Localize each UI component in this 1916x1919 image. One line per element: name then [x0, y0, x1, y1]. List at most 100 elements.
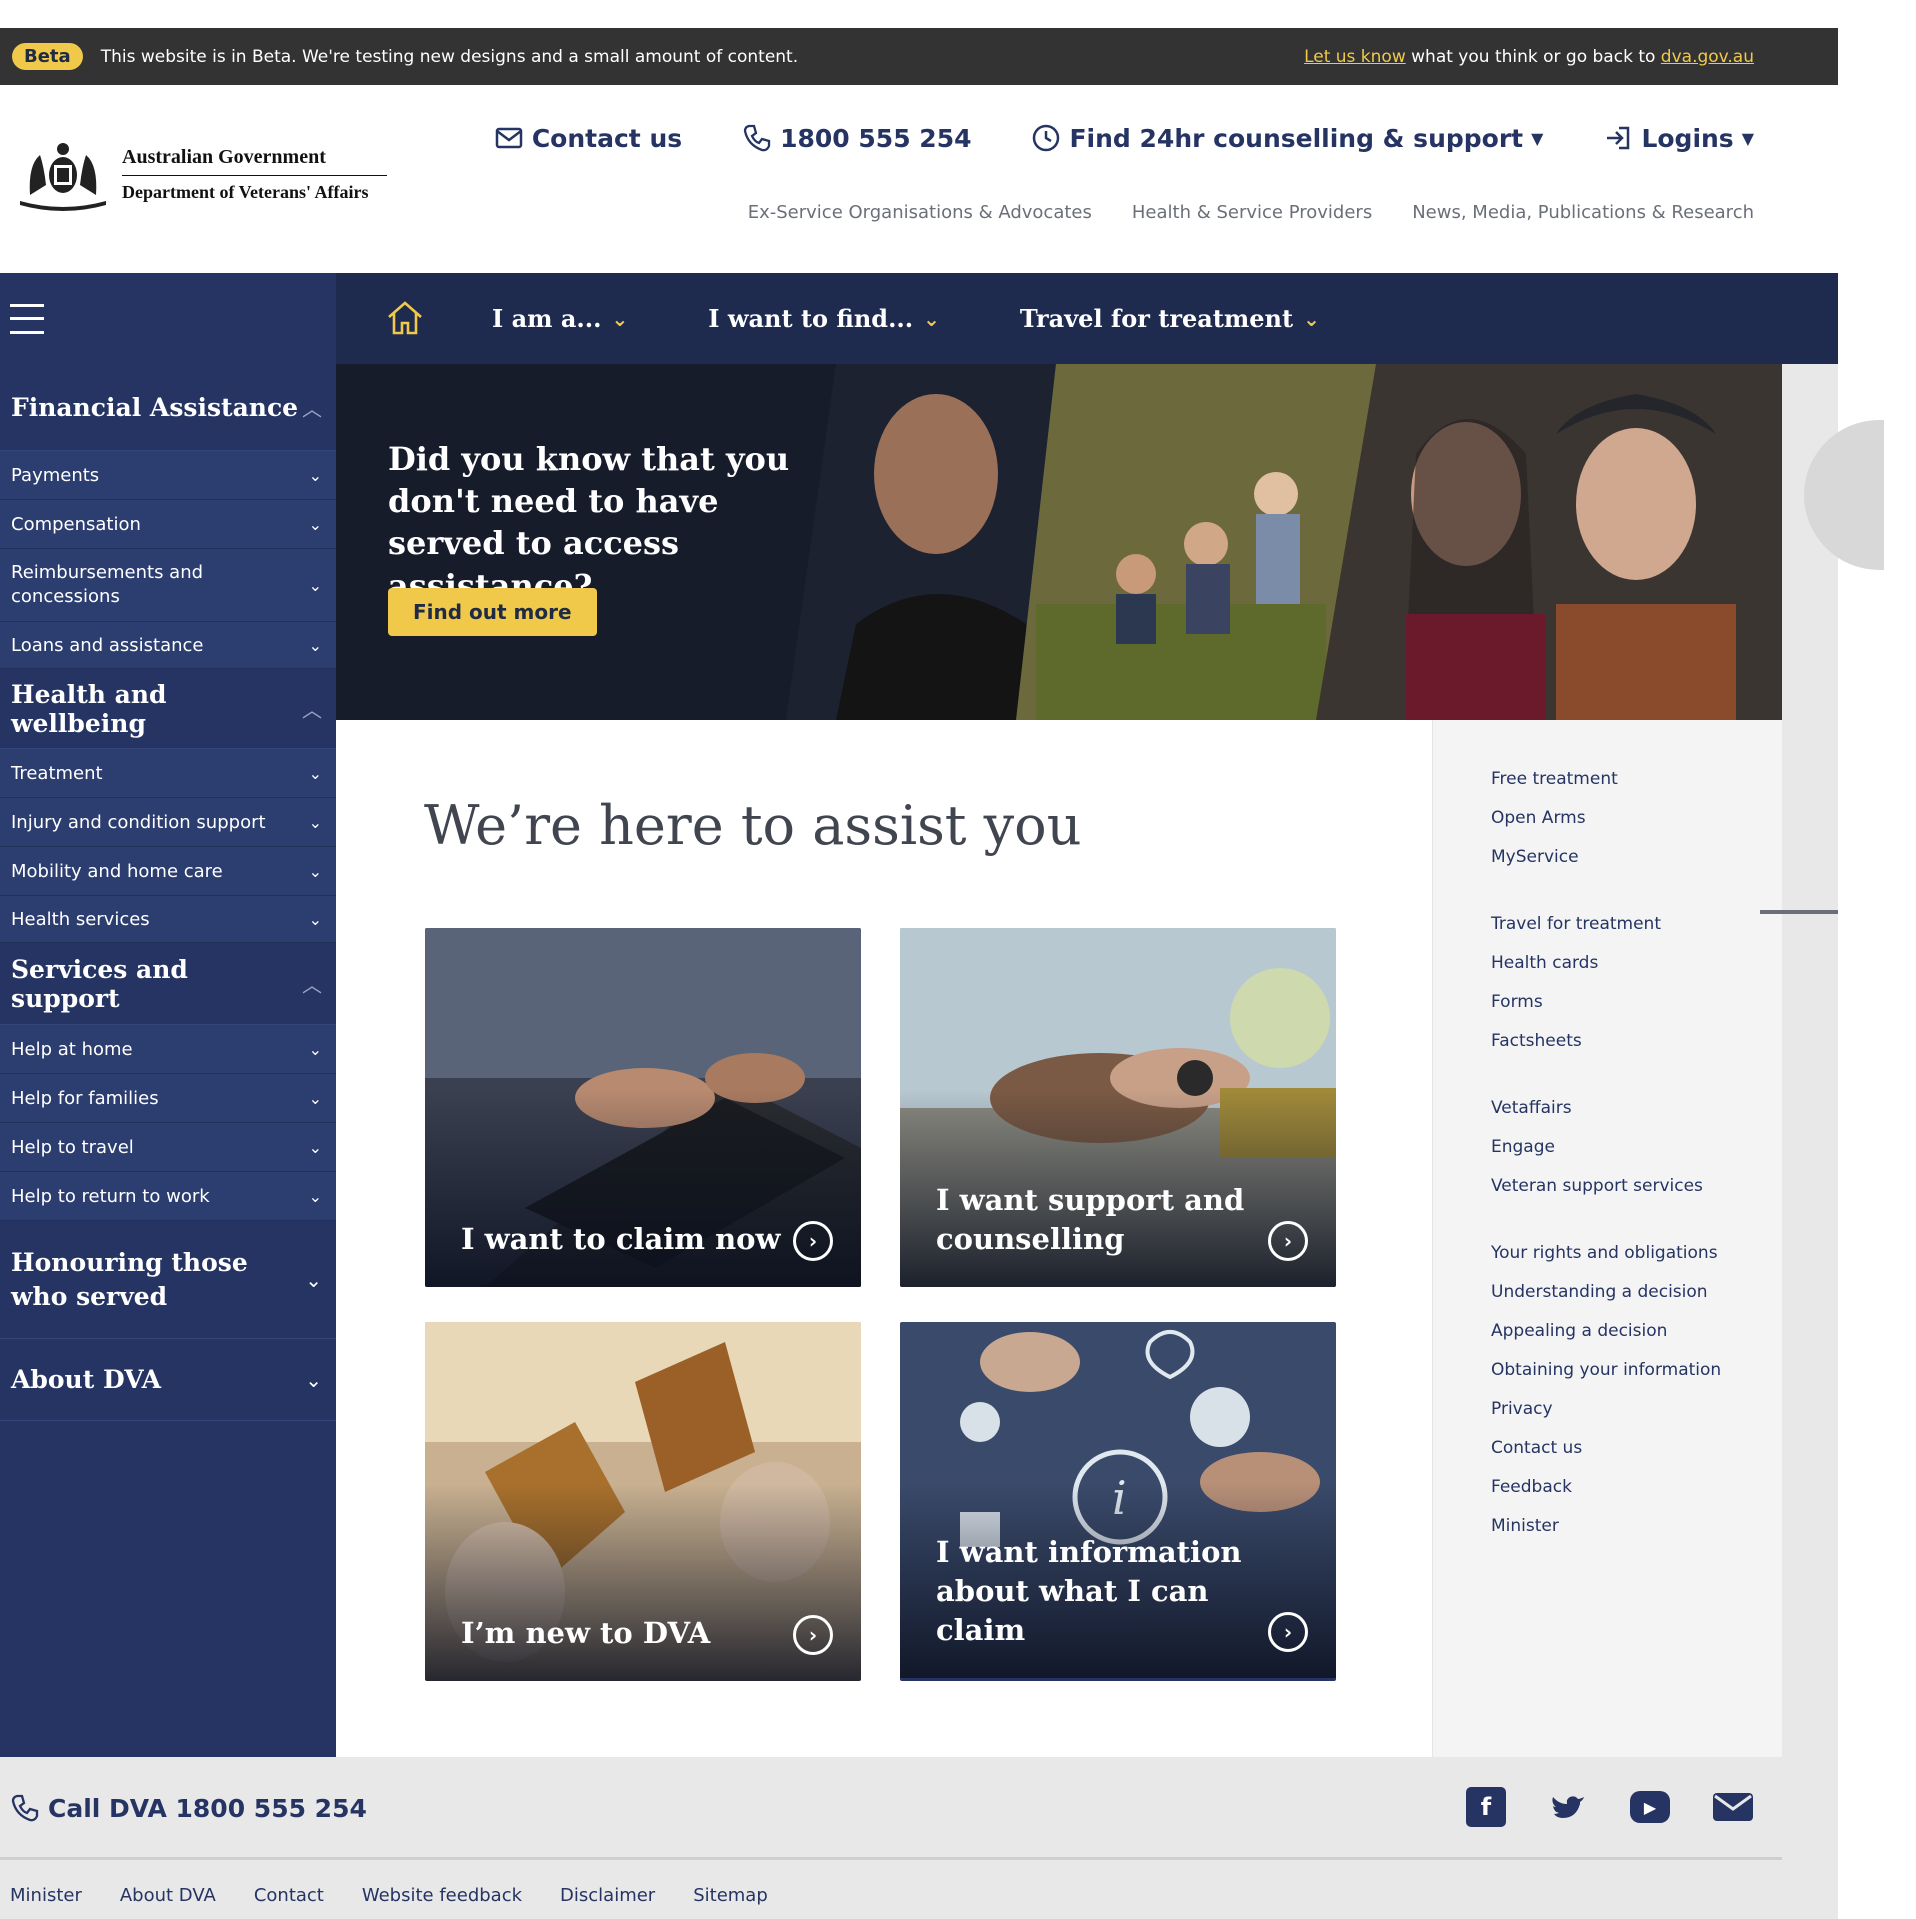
sidebar-item-label: Compensation	[11, 513, 141, 535]
footer-link-minister[interactable]: Minister	[10, 1885, 82, 1906]
sidebar-item-help-travel[interactable]: Help to travel ⌄	[0, 1123, 336, 1172]
footer-link-contact[interactable]: Contact	[254, 1885, 324, 1906]
quick-link[interactable]: Engage	[1491, 1128, 1703, 1167]
sidebar-item-help-at-home[interactable]: Help at home ⌄	[0, 1025, 336, 1074]
sidebar-item-label: Mobility and home care	[11, 860, 223, 882]
youtube-icon[interactable]: ▶	[1630, 1791, 1670, 1823]
chevron-down-icon: ⌄	[308, 812, 322, 832]
beta-middle-text: what you think or go back to	[1405, 46, 1661, 67]
nav-i-am-a[interactable]: I am a... ⌄	[492, 304, 628, 333]
quick-link[interactable]: Veteran support services	[1491, 1167, 1703, 1206]
quick-link[interactable]: Understanding a decision	[1491, 1273, 1721, 1312]
quick-link[interactable]: Travel for treatment	[1491, 905, 1661, 944]
chevron-down-icon: ⌄	[923, 306, 940, 331]
card-support-counselling[interactable]: I want support and counselling ›	[900, 928, 1336, 1287]
card-label: I want to claim now	[461, 1221, 781, 1256]
sidebar-item-label: Loans and assistance	[11, 634, 204, 656]
sidebar-section-financial-assistance[interactable]: Financial Assistance ︿	[0, 364, 336, 451]
quick-link[interactable]: Forms	[1491, 983, 1661, 1022]
scroll-indicator	[1760, 910, 1838, 914]
quick-link[interactable]: Health cards	[1491, 944, 1661, 983]
counselling-label: Find 24hr counselling & support	[1069, 123, 1524, 153]
beta-message: This website is in Beta. We're testing n…	[100, 46, 799, 67]
logins-label: Logins	[1641, 123, 1734, 153]
email-icon[interactable]	[1712, 1787, 1754, 1827]
contact-us-link[interactable]: Contact us	[494, 123, 682, 153]
sidebar-item-label: Treatment	[11, 762, 103, 784]
sidebar-item-mobility[interactable]: Mobility and home care ⌄	[0, 847, 336, 896]
footer-link-disclaimer[interactable]: Disclaimer	[560, 1885, 655, 1906]
chevron-down-icon: ⌄	[308, 1039, 322, 1059]
quick-link[interactable]: Obtaining your information	[1491, 1351, 1721, 1390]
hero-heading: Did you know that you don't need to have…	[388, 440, 790, 605]
chevron-down-icon: ⌄	[308, 861, 322, 881]
footer-divider	[0, 1857, 1782, 1860]
quick-link[interactable]: MyService	[1491, 838, 1618, 877]
sidebar-item-compensation[interactable]: Compensation ⌄	[0, 500, 336, 549]
card-new-to-dva[interactable]: I’m new to DVA ›	[425, 1322, 861, 1681]
sidebar-item-label: Reimbursements and concessions	[11, 561, 204, 607]
site-logo[interactable]: Australian Government Department of Vete…	[10, 135, 387, 213]
quick-link[interactable]: Appealing a decision	[1491, 1312, 1721, 1351]
sub-link-news[interactable]: News, Media, Publications & Research	[1412, 202, 1754, 223]
sidebar-section-services-support[interactable]: Services and support ︿	[0, 943, 336, 1025]
footer-link-about[interactable]: About DVA	[120, 1885, 216, 1906]
sidebar-section-title: About DVA	[11, 1365, 162, 1394]
phone-link[interactable]: 1800 555 254	[742, 123, 971, 153]
sidebar-item-help-families[interactable]: Help for families ⌄	[0, 1074, 336, 1123]
quick-link[interactable]: Vetaffairs	[1491, 1089, 1703, 1128]
quick-link[interactable]: Free treatment	[1491, 760, 1618, 799]
chevron-down-icon: ⌄	[308, 1088, 322, 1108]
quick-link[interactable]: Minister	[1491, 1507, 1721, 1546]
sidebar-item-reimbursements[interactable]: Reimbursements and concessions ⌄	[0, 549, 336, 622]
logo-line-1: Australian Government	[122, 146, 387, 176]
quick-links-group-3: Vetaffairs Engage Veteran support servic…	[1491, 1089, 1703, 1206]
sidebar-item-health-services[interactable]: Health services ⌄	[0, 896, 336, 943]
sidebar-item-treatment[interactable]: Treatment ⌄	[0, 749, 336, 798]
social-links: f ▶	[1466, 1787, 1754, 1827]
nav-travel-for-treatment[interactable]: Travel for treatment ⌄	[1020, 304, 1320, 333]
quick-link[interactable]: Privacy	[1491, 1390, 1721, 1429]
sub-link-providers[interactable]: Health & Service Providers	[1132, 202, 1372, 223]
chevron-down-icon: ⌄	[308, 465, 322, 485]
quick-link[interactable]: Feedback	[1491, 1468, 1721, 1507]
quick-link[interactable]: Your rights and obligations	[1491, 1234, 1721, 1273]
card-claim-now[interactable]: I want to claim now ›	[425, 928, 861, 1287]
counselling-menu[interactable]: Find 24hr counselling & support ▼	[1031, 123, 1543, 153]
facebook-icon[interactable]: f	[1466, 1787, 1506, 1827]
logins-menu[interactable]: Logins ▼	[1603, 123, 1754, 153]
caret-down-icon: ▼	[1531, 128, 1544, 148]
sidebar-section-honouring[interactable]: Honouring those who served ⌄	[0, 1221, 336, 1339]
quick-link[interactable]: Contact us	[1491, 1429, 1721, 1468]
home-icon[interactable]	[385, 299, 425, 337]
sidebar-item-payments[interactable]: Payments ⌄	[0, 451, 336, 500]
sidebar-item-help-return-work[interactable]: Help to return to work ⌄	[0, 1172, 336, 1221]
footer-link-feedback[interactable]: Website feedback	[362, 1885, 522, 1906]
sub-link-eso[interactable]: Ex-Service Organisations & Advocates	[748, 202, 1092, 223]
header-sub-links: Ex-Service Organisations & Advocates Hea…	[748, 202, 1754, 223]
twitter-icon[interactable]	[1548, 1787, 1588, 1827]
nav-i-want-to-find[interactable]: I want to find... ⌄	[708, 304, 940, 333]
quick-link[interactable]: Open Arms	[1491, 799, 1618, 838]
hamburger-menu-icon[interactable]	[10, 303, 44, 334]
find-out-more-button[interactable]: Find out more	[388, 588, 597, 636]
card-info-claim[interactable]: i I want information about what I can cl…	[900, 1322, 1336, 1681]
coat-of-arms-icon	[20, 143, 106, 211]
feedback-link[interactable]: Let us know	[1304, 47, 1406, 67]
card-label: I want support and counselling	[936, 1182, 1245, 1256]
footer-link-sitemap[interactable]: Sitemap	[693, 1885, 768, 1906]
sidebar-section-health-wellbeing[interactable]: Health and wellbeing ︿	[0, 669, 336, 749]
arrow-circle-right-icon: ›	[1268, 1221, 1308, 1261]
arrow-circle-right-icon: ›	[793, 1221, 833, 1261]
sidebar-section-title: Health and wellbeing	[11, 679, 167, 738]
sidebar-item-loans[interactable]: Loans and assistance ⌄	[0, 622, 336, 669]
sidebar-section-about-dva[interactable]: About DVA ⌄	[0, 1339, 336, 1421]
scroll-track[interactable]	[1782, 364, 1838, 1919]
header-top-links: Contact us 1800 555 254 Find 24hr counse…	[494, 123, 1754, 153]
contact-us-label: Contact us	[531, 123, 683, 153]
quick-link[interactable]: Factsheets	[1491, 1022, 1661, 1061]
sidebar-item-injury-support[interactable]: Injury and condition support ⌄	[0, 798, 336, 847]
sidebar-item-label: Help to return to work	[11, 1185, 210, 1207]
footer-call-link[interactable]: Call DVA 1800 555 254	[10, 1793, 367, 1823]
dva-site-link[interactable]: dva.gov.au	[1661, 47, 1754, 67]
